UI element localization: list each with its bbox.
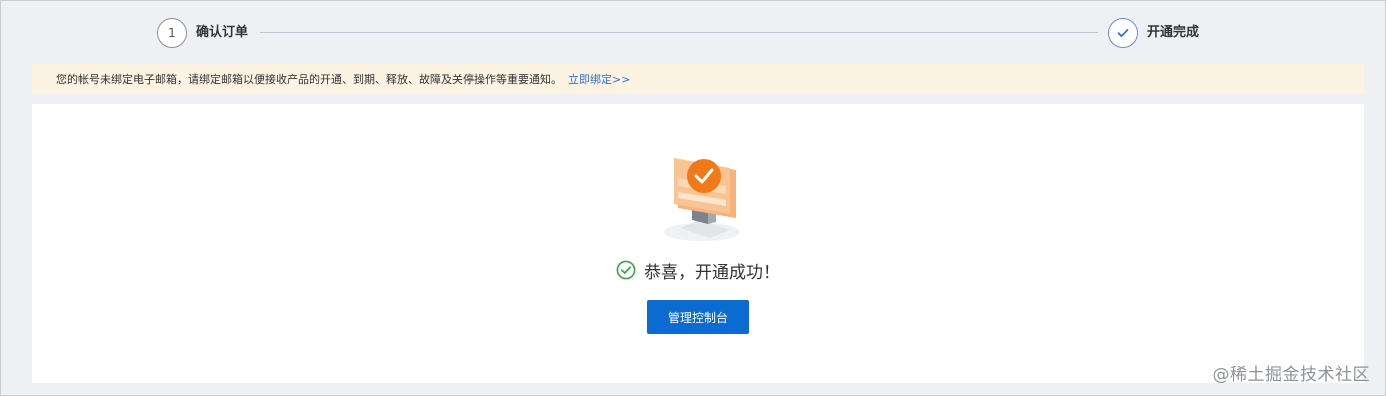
notice-text: 您的帐号未绑定电子邮箱，请绑定邮箱以便接收产品的开通、到期、释放、故障及关停操作… (56, 72, 562, 86)
management-console-button[interactable]: 管理控制台 (647, 300, 749, 334)
watermark: @稀土掘金技术社区 (1212, 365, 1370, 385)
order-steps: 1 确认订单 开通完成 (0, 0, 1386, 62)
result-panel: 恭喜，开通成功！ 管理控制台 (32, 104, 1364, 383)
check-icon (1117, 28, 1129, 38)
step-1-label: 确认订单 (196, 25, 249, 40)
success-message: 恭喜，开通成功！ (644, 262, 780, 283)
success-message-row: 恭喜，开通成功！ (32, 258, 1364, 283)
step-2-circle (1108, 18, 1138, 48)
step-1-circle: 1 (157, 18, 187, 48)
step-2-label: 开通完成 (1147, 25, 1200, 40)
success-check-circle-icon (616, 260, 636, 280)
step-1-number: 1 (168, 26, 176, 40)
email-notice-bar: 您的帐号未绑定电子邮箱，请绑定邮箱以便接收产品的开通、到期、释放、故障及关停操作… (32, 64, 1364, 93)
computer-success-illustration (664, 158, 740, 241)
step-connector-line (260, 32, 1098, 33)
bind-email-link[interactable]: 立即绑定>> (568, 71, 630, 87)
